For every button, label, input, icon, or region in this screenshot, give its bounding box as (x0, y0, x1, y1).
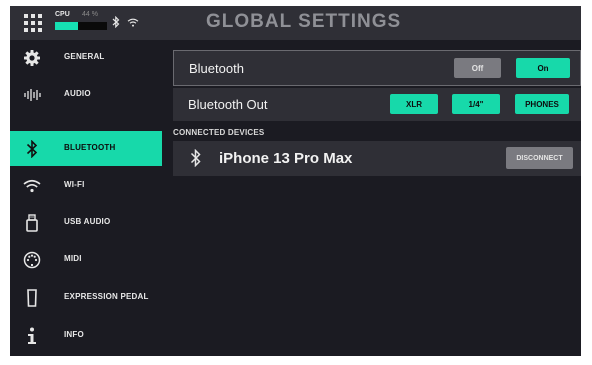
sidebar-item-label: MIDI (64, 254, 82, 263)
usb-icon (22, 213, 42, 233)
output-phones-button[interactable]: PHONES (515, 94, 569, 114)
page-title: GLOBAL SETTINGS (206, 11, 402, 32)
sidebar-item-usb-audio[interactable]: USB AUDIO (10, 205, 162, 240)
wifi-icon (22, 176, 42, 196)
sidebar-item-bluetooth[interactable]: BLUETOOTH (10, 131, 162, 166)
bluetooth-on-button[interactable]: On (516, 58, 570, 78)
device-screen: CPU 44 % GLOBAL SETTINGS GENERAL AUDIO B… (10, 6, 581, 356)
sidebar-item-label: AUDIO (64, 89, 91, 98)
sidebar-item-expression-pedal[interactable]: EXPRESSION PEDAL (10, 280, 162, 315)
pedal-icon (22, 288, 42, 308)
disconnect-button[interactable]: DISCONNECT (506, 147, 573, 169)
device-bluetooth-icon (190, 149, 201, 167)
cpu-meter-fill (55, 22, 78, 30)
sidebar-item-label: INFO (64, 330, 84, 339)
sidebar-item-label: BLUETOOTH (64, 143, 116, 152)
bluetooth-icon (22, 139, 42, 159)
cpu-meter (55, 22, 107, 30)
sidebar-item-general[interactable]: GENERAL (10, 40, 162, 75)
output-quarter-inch-button[interactable]: 1/4" (452, 94, 500, 114)
connected-device-row: iPhone 13 Pro Max DISCONNECT (173, 141, 581, 176)
sidebar-item-audio[interactable]: AUDIO (10, 77, 162, 112)
gear-icon (22, 48, 42, 68)
sidebar-item-info[interactable]: INFO (10, 318, 162, 353)
sidebar: GENERAL AUDIO BLUETOOTH WI-FI USB AUDIO … (10, 40, 162, 356)
home-grid-icon[interactable] (24, 14, 42, 32)
sidebar-item-label: WI-FI (64, 180, 85, 189)
top-bar: CPU 44 % GLOBAL SETTINGS (10, 6, 581, 40)
sidebar-item-label: GENERAL (64, 52, 105, 61)
midi-icon (22, 250, 42, 270)
output-xlr-button[interactable]: XLR (390, 94, 438, 114)
bluetooth-status-icon (112, 16, 120, 28)
sidebar-item-midi[interactable]: MIDI (10, 242, 162, 277)
bluetooth-off-button[interactable]: Off (454, 58, 501, 78)
bluetooth-label: Bluetooth (189, 61, 244, 76)
sidebar-item-wifi[interactable]: WI-FI (10, 168, 162, 203)
cpu-label: CPU (55, 11, 70, 18)
cpu-percent: 44 % (82, 11, 98, 18)
bluetooth-out-row: Bluetooth Out XLR 1/4" PHONES (173, 88, 581, 121)
device-name: iPhone 13 Pro Max (219, 150, 353, 167)
connected-devices-heading: CONNECTED DEVICES (173, 128, 265, 137)
sidebar-item-label: EXPRESSION PEDAL (64, 292, 149, 301)
waveform-icon (22, 85, 42, 105)
bluetooth-out-label: Bluetooth Out (188, 97, 268, 112)
info-icon (22, 326, 42, 346)
bluetooth-setting-row: Bluetooth Off On (173, 50, 581, 86)
sidebar-item-label: USB AUDIO (64, 217, 111, 226)
wifi-status-icon (127, 18, 139, 27)
